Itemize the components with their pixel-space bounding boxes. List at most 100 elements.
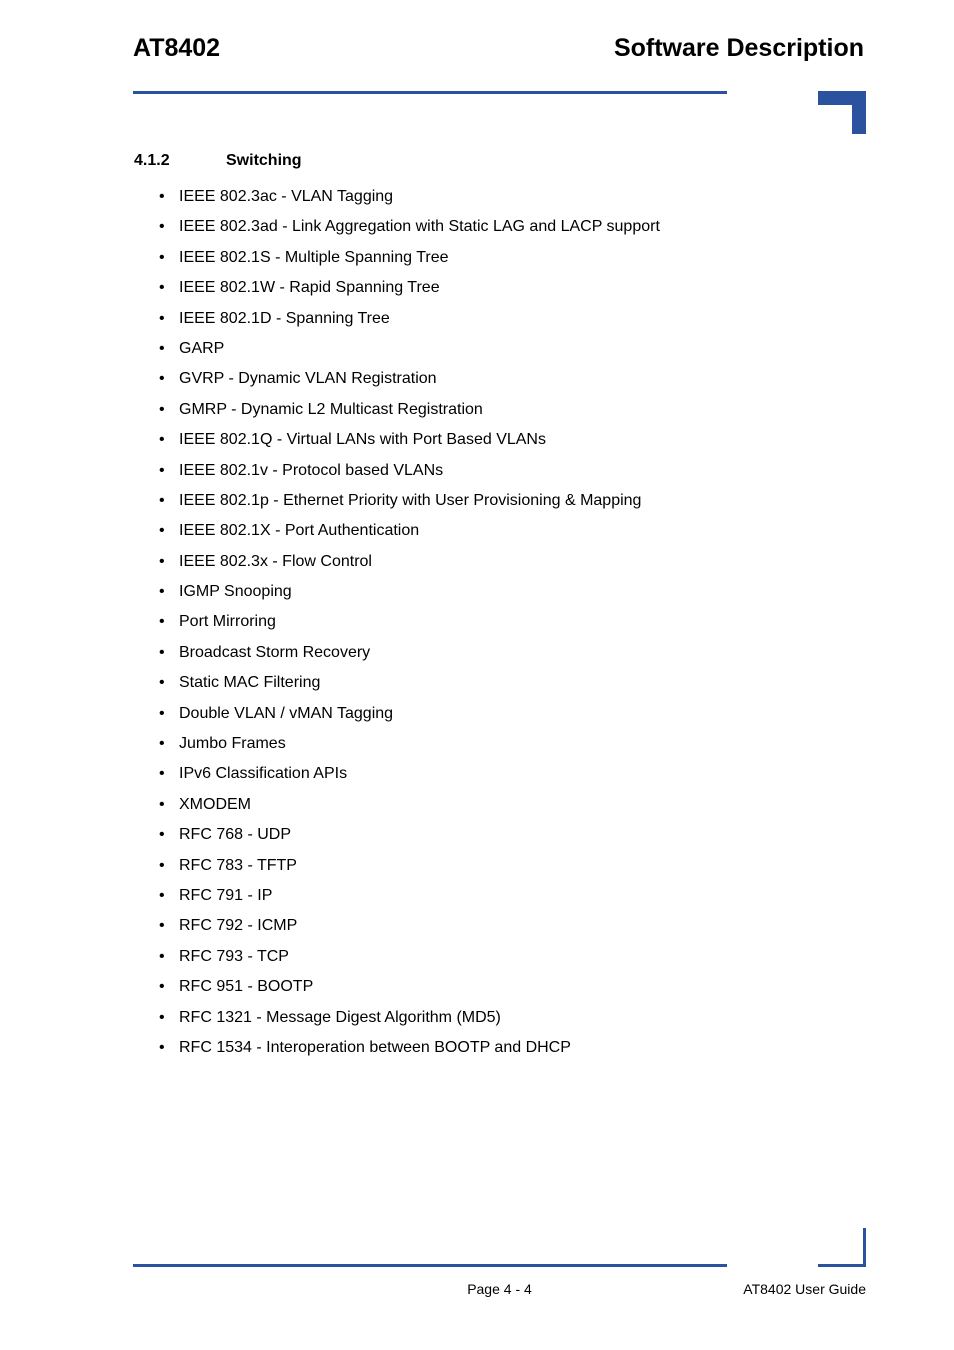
list-item-label: RFC 792 - ICMP (179, 917, 298, 935)
list-item: • IGMP Snooping (155, 581, 875, 611)
list-item-label: XMODEM (179, 795, 251, 813)
bullet-dot-icon: • (159, 309, 165, 327)
list-item-label: IGMP Snooping (179, 583, 292, 601)
footer-divider-rule (133, 1264, 727, 1267)
corner-bracket-vertical-bar (852, 91, 866, 134)
bullet-dot-icon: • (159, 1038, 165, 1056)
header-divider-rule (133, 91, 727, 94)
list-item-label: Jumbo Frames (179, 735, 286, 753)
list-item-label: IPv6 Classification APIs (179, 765, 348, 783)
bullet-dot-icon: • (159, 856, 165, 874)
list-item-label: IEEE 802.1S - Multiple Spanning Tree (179, 248, 449, 266)
list-item: • RFC 951 - BOOTP (155, 976, 875, 1006)
list-item: • Broadcast Storm Recovery (155, 642, 875, 672)
document-page: AT8402 Software Description 4.1.2 Switch… (0, 0, 954, 1350)
list-item: • IEEE 802.1D - Spanning Tree (155, 308, 875, 338)
list-item-label: RFC 1534 - Interoperation between BOOTP … (179, 1038, 571, 1056)
list-item-label: IEEE 802.1X - Port Authentication (179, 522, 420, 540)
list-item-label: GMRP - Dynamic L2 Multicast Registration (179, 400, 483, 418)
list-item-label: Broadcast Storm Recovery (179, 643, 371, 661)
list-item-label: IEEE 802.3ac - VLAN Tagging (179, 188, 394, 205)
document-section-title: Software Description (613, 34, 864, 62)
list-item-label: GVRP - Dynamic VLAN Registration (179, 370, 437, 388)
list-item: • IEEE 802.1W - Rapid Spanning Tree (155, 277, 875, 307)
bullet-dot-icon: • (159, 431, 165, 449)
list-item: • GMRP - Dynamic L2 Multicast Registratio… (155, 399, 875, 429)
section-heading: 4.1.2 Switching (134, 152, 302, 170)
bullet-dot-icon: • (159, 522, 165, 540)
bullet-dot-icon: • (159, 218, 165, 236)
list-item: • IEEE 802.1p - Ethernet Priority with Us… (155, 490, 875, 520)
bullet-dot-icon: • (159, 461, 165, 479)
bullet-dot-icon: • (159, 248, 165, 266)
bullet-dot-icon: • (159, 583, 165, 601)
section-number: 4.1.2 (134, 152, 170, 169)
list-item: • Jumbo Frames (155, 733, 875, 763)
list-item-label: RFC 783 - TFTP (179, 856, 297, 874)
list-item-label: IEEE 802.1v - Protocol based VLANs (179, 461, 444, 479)
bullet-dot-icon: • (159, 370, 165, 388)
feature-bullet-list: • IEEE 802.3ac - VLAN Tagging • IEEE 802.3a… (155, 186, 875, 1067)
list-item: • RFC 791 - IP (155, 885, 875, 915)
list-item-label: Double VLAN / vMAN Tagging (179, 704, 394, 722)
list-item: • RFC 792 - ICMP (155, 915, 875, 945)
list-item: • GVRP - Dynamic VLAN Registration (155, 368, 875, 398)
bullet-dot-icon: • (159, 613, 165, 631)
corner-bracket-top-right-icon (818, 91, 866, 134)
list-item: • RFC 1321 - Message Digest Algorithm (MD… (155, 1007, 875, 1037)
list-item-label: Port Mirroring (179, 613, 276, 631)
bullet-dot-icon: • (159, 886, 165, 904)
list-item-label: IEEE 802.1p - Ethernet Priority with Use… (179, 491, 642, 509)
document-header: AT8402 Software Description (133, 34, 864, 70)
list-item-label: IEEE 802.3x - Flow Control (179, 552, 372, 570)
bullet-dot-icon: • (159, 795, 165, 813)
document-footer: Page 4 - 4 AT8402 User Guide (133, 1281, 866, 1301)
bullet-dot-icon: • (159, 643, 165, 661)
list-item: • XMODEM (155, 794, 875, 824)
list-item-label: IEEE 802.1W - Rapid Spanning Tree (179, 279, 440, 297)
bullet-dot-icon: • (159, 826, 165, 844)
list-item-label: IEEE 802.3ad - Link Aggregation with Sta… (179, 218, 660, 236)
bullet-dot-icon: • (159, 552, 165, 570)
list-item-label: GARP (179, 339, 225, 357)
bullet-dot-icon: • (159, 1008, 165, 1026)
list-item: • Static MAC Filtering (155, 672, 875, 702)
bullet-dot-icon: • (159, 491, 165, 509)
bullet-dot-icon: • (159, 188, 165, 205)
bullet-dot-icon: • (159, 735, 165, 753)
bullet-dot-icon: • (159, 279, 165, 297)
list-item-label: RFC 791 - IP (179, 886, 273, 904)
list-item: • RFC 1534 - Interoperation between BOOTP… (155, 1037, 875, 1067)
list-item: • RFC 768 - UDP (155, 824, 875, 854)
list-item: • IPv6 Classification APIs (155, 763, 875, 793)
corner-bracket-bottom-right-icon (818, 1228, 866, 1267)
bullet-dot-icon: • (159, 978, 165, 996)
bullet-dot-icon: • (159, 339, 165, 357)
list-item-label: IEEE 802.1Q - Virtual LANs with Port Bas… (179, 431, 546, 449)
list-item-label: Static MAC Filtering (179, 674, 321, 692)
bullet-dot-icon: • (159, 765, 165, 783)
list-item-label: RFC 951 - BOOTP (179, 978, 314, 996)
footer-corner-horizontal-bar (818, 1264, 866, 1267)
bullet-dot-icon: • (159, 400, 165, 418)
footer-corner-vertical-bar (863, 1228, 866, 1267)
list-item: • Double VLAN / vMAN Tagging (155, 703, 875, 733)
bullet-dot-icon: • (159, 947, 165, 965)
list-item: • IEEE 802.3ad - Link Aggregation with St… (155, 216, 875, 246)
list-item-label: RFC 768 - UDP (179, 826, 292, 844)
section-title: Switching (226, 152, 302, 169)
list-item: • IEEE 802.1S - Multiple Spanning Tree (155, 247, 875, 277)
list-item: • IEEE 802.1v - Protocol based VLANs (155, 460, 875, 490)
bullet-dot-icon: • (159, 704, 165, 722)
list-item: • RFC 783 - TFTP (155, 855, 875, 885)
list-item-label: RFC 793 - TCP (179, 947, 289, 965)
bullet-dot-icon: • (159, 917, 165, 935)
footer-guide-name: AT8402 User Guide (743, 1281, 866, 1297)
list-item: • IEEE 802.1X - Port Authentication (155, 520, 875, 550)
document-model-title: AT8402 (133, 34, 221, 62)
list-item-label: IEEE 802.1D - Spanning Tree (179, 309, 390, 327)
list-item: • Port Mirroring (155, 611, 875, 641)
list-item: • GARP (155, 338, 875, 368)
list-item: • IEEE 802.3ac - VLAN Tagging (155, 186, 875, 216)
bullet-dot-icon: • (159, 674, 165, 692)
